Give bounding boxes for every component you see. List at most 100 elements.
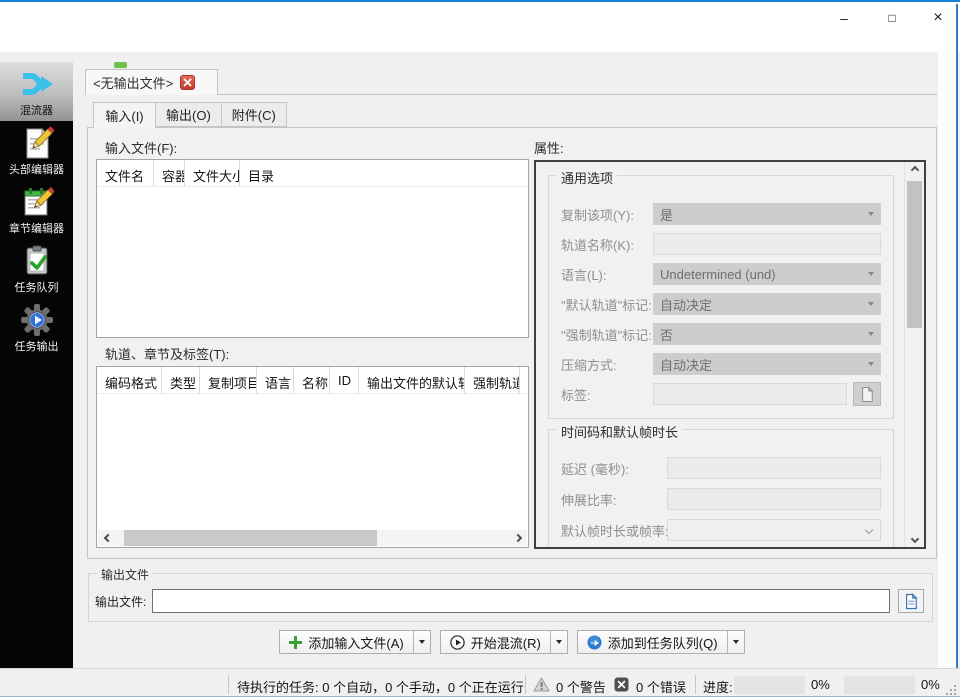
column-header-codec[interactable]: 编码格式 bbox=[97, 367, 162, 393]
right-edge-strip bbox=[938, 52, 956, 668]
queue-arrow-icon bbox=[587, 635, 602, 649]
progress-bar-total bbox=[844, 676, 915, 694]
language-select[interactable]: Undetermined (und) bbox=[653, 263, 881, 285]
scroll-right-button[interactable] bbox=[511, 530, 527, 546]
compression-select[interactable]: 自动决定 bbox=[653, 353, 881, 375]
scrollbar-thumb[interactable] bbox=[907, 181, 922, 328]
add-to-job-queue-button[interactable]: 添加到任务队列(Q) bbox=[576, 630, 745, 654]
scroll-up-button[interactable] bbox=[905, 164, 924, 180]
column-header-clipped[interactable]: 字 bbox=[520, 367, 528, 393]
column-header-language[interactable]: 语言 bbox=[257, 367, 294, 393]
output-file-browse-button[interactable] bbox=[898, 589, 924, 613]
header-editor-icon bbox=[26, 126, 54, 159]
column-header-forced-track[interactable]: 强制轨道 bbox=[465, 367, 520, 393]
tab-close-button[interactable] bbox=[180, 75, 196, 90]
button-label: 开始混流(R) bbox=[470, 635, 541, 651]
close-button[interactable]: × bbox=[922, 6, 954, 30]
property-row: "默认轨道"标记: 自动决定 bbox=[561, 292, 881, 316]
progress-bar-current bbox=[734, 676, 805, 694]
dropdown-arrow-icon bbox=[868, 302, 874, 306]
tags-field[interactable] bbox=[653, 383, 847, 405]
tags-browse-button[interactable] bbox=[853, 382, 881, 406]
scroll-down-button[interactable] bbox=[905, 529, 924, 545]
column-header-default-track[interactable]: 输出文件的默认轨道 bbox=[359, 367, 465, 393]
sidebar-item-job-output[interactable]: 任务输出 bbox=[0, 298, 73, 357]
column-header-name[interactable]: 名称 bbox=[294, 367, 330, 393]
minimize-button[interactable]: – bbox=[828, 6, 860, 30]
merge-icon bbox=[22, 73, 53, 95]
column-header-type[interactable]: 类型 bbox=[162, 367, 200, 393]
document-tab-label: <无输出文件> bbox=[93, 76, 174, 91]
add-source-files-dropdown[interactable] bbox=[412, 631, 430, 653]
input-files-label: 输入文件(F): bbox=[105, 141, 178, 156]
add-to-job-queue-dropdown[interactable] bbox=[726, 631, 744, 653]
chevron-up-icon bbox=[910, 165, 919, 175]
sidebar-item-header-editor[interactable]: 头部编辑器 bbox=[0, 121, 73, 180]
title-bar: – □ × bbox=[0, 2, 960, 32]
input-files-table-header: 文件名 容器 文件大小 目录 bbox=[97, 160, 528, 187]
output-file-input[interactable] bbox=[152, 589, 890, 613]
sidebar-item-label: 任务输出 bbox=[14, 341, 59, 353]
field-label: 标签: bbox=[561, 387, 591, 403]
delay-field[interactable] bbox=[667, 457, 881, 479]
merge-tab-bar: 输入(I) 输出(O) 附件(C) bbox=[93, 102, 287, 128]
job-queue-icon bbox=[26, 245, 47, 275]
select-value: 自动决定 bbox=[660, 357, 713, 373]
scroll-left-button[interactable] bbox=[98, 530, 114, 546]
menu-bar bbox=[0, 32, 960, 52]
column-header-copy-item[interactable]: 复制项目 bbox=[200, 367, 257, 393]
track-name-field[interactable] bbox=[653, 233, 881, 255]
chevron-down-icon bbox=[864, 525, 874, 535]
property-row: 压缩方式: 自动决定 bbox=[561, 352, 881, 376]
column-header-directory[interactable]: 目录 bbox=[240, 160, 528, 186]
chevron-left-icon bbox=[103, 533, 112, 543]
sidebar-item-chapter-editor[interactable]: 章节编辑器 bbox=[0, 180, 73, 239]
forced-track-flag-select[interactable]: 否 bbox=[653, 323, 881, 345]
properties-vertical-scrollbar[interactable] bbox=[904, 162, 924, 547]
play-icon bbox=[450, 634, 465, 650]
tab-overflow-indicator bbox=[114, 62, 127, 68]
property-row: 语言(L): Undetermined (und) bbox=[561, 262, 881, 286]
default-duration-combobox[interactable] bbox=[667, 519, 881, 541]
dropdown-arrow-icon bbox=[868, 362, 874, 366]
field-label: "强制轨道"标记: bbox=[561, 327, 652, 343]
sidebar-item-label: 任务队列 bbox=[14, 282, 59, 294]
sidebar-item-job-queue[interactable]: 任务队列 bbox=[0, 239, 73, 298]
chevron-down-icon bbox=[910, 534, 919, 544]
chevron-right-icon bbox=[513, 533, 522, 543]
start-multiplexing-dropdown[interactable] bbox=[549, 631, 567, 653]
column-header-filename[interactable]: 文件名 bbox=[97, 160, 154, 186]
close-x-icon bbox=[183, 78, 192, 87]
sidebar-item-multiplexer[interactable]: 混流器 bbox=[0, 62, 73, 121]
column-header-id[interactable]: ID bbox=[330, 367, 359, 393]
column-header-container[interactable]: 容器 bbox=[154, 160, 185, 186]
resize-grip[interactable] bbox=[944, 683, 957, 696]
add-source-files-button[interactable]: 添加输入文件(A) bbox=[279, 630, 431, 654]
column-header-filesize[interactable]: 文件大小 bbox=[185, 160, 240, 186]
maximize-button[interactable]: □ bbox=[876, 6, 908, 30]
tab-attachments[interactable]: 附件(C) bbox=[221, 102, 287, 127]
app-window: – □ × 混流器 头部编辑器 章节编辑器 任务队列 任务输出 <无输出文件> … bbox=[0, 0, 960, 697]
dropdown-arrow-icon bbox=[868, 332, 874, 336]
tab-output[interactable]: 输出(O) bbox=[156, 102, 222, 127]
default-track-flag-select[interactable]: 自动决定 bbox=[653, 293, 881, 315]
stretch-ratio-field[interactable] bbox=[667, 488, 881, 510]
select-value: Undetermined (und) bbox=[660, 266, 776, 282]
document-tab-no-output-file[interactable]: <无输出文件> bbox=[85, 69, 218, 95]
copy-item-select[interactable]: 是 bbox=[653, 203, 881, 225]
field-label: 复制该项(Y): bbox=[561, 207, 634, 223]
property-row: 复制该项(Y): 是 bbox=[561, 202, 881, 226]
progress-percent-total: 0% bbox=[921, 677, 940, 692]
properties-label: 属性: bbox=[534, 141, 564, 156]
sidebar-item-label: 混流器 bbox=[20, 105, 53, 117]
start-multiplexing-button[interactable]: 开始混流(R) bbox=[439, 630, 568, 654]
scrollbar-thumb[interactable] bbox=[124, 530, 377, 546]
input-files-table[interactable]: 文件名 容器 文件大小 目录 bbox=[96, 159, 529, 338]
tracks-horizontal-scrollbar[interactable] bbox=[98, 530, 527, 546]
tracks-table[interactable]: 编码格式 类型 复制项目 语言 名称 ID 输出文件的默认轨道 强制轨道 字 bbox=[96, 366, 529, 548]
file-page-icon bbox=[862, 385, 874, 402]
scrollbar-track[interactable] bbox=[114, 530, 511, 546]
tab-input[interactable]: 输入(I) bbox=[93, 102, 156, 128]
properties-scroll-area: 通用选项 复制该项(Y): 是 轨道名称(K): 语言(L): Undeterm… bbox=[536, 162, 904, 547]
general-options-group: 通用选项 复制该项(Y): 是 轨道名称(K): 语言(L): Undeterm… bbox=[548, 168, 894, 419]
